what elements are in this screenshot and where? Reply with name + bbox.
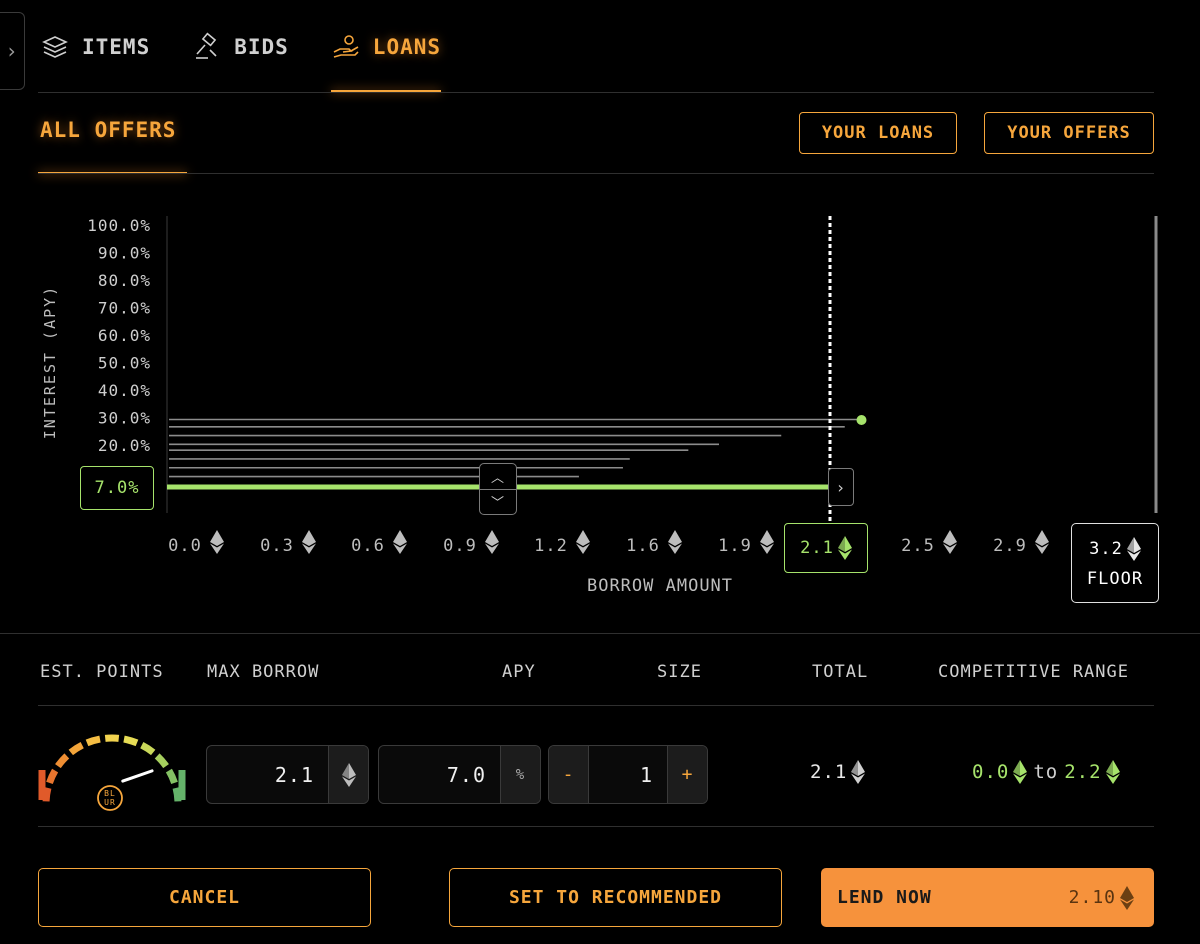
lend-now-amount: 2.10 xyxy=(1068,885,1134,910)
eth-icon xyxy=(943,530,957,546)
stats-divider xyxy=(38,705,1154,706)
gauge-segment xyxy=(140,741,156,756)
gauge-segment xyxy=(165,768,178,785)
y-tick-label: 30.0% xyxy=(98,409,151,428)
range-to-word: to xyxy=(1033,761,1059,783)
chevron-up-icon: ︿ xyxy=(480,464,516,490)
eth-icon xyxy=(760,530,774,546)
eth-icon xyxy=(485,530,499,546)
size-input[interactable]: 1 xyxy=(589,746,667,803)
y-tick-label: 40.0% xyxy=(98,381,151,400)
eth-icon xyxy=(210,530,224,546)
x-tick-label: 0.9 xyxy=(443,536,477,556)
x-tick-label: 2.9 xyxy=(993,536,1027,556)
apy-drag-handle[interactable]: ︿ ﹀ xyxy=(479,463,517,515)
size-header: SIZE xyxy=(657,662,702,682)
x-tick-label: 0.3 xyxy=(260,536,294,556)
eth-icon xyxy=(1120,885,1134,910)
gauge-segment xyxy=(42,787,52,802)
y-tick-label: 50.0% xyxy=(98,354,151,373)
floor-value: 3.2 xyxy=(1089,539,1123,559)
selected-amount-badge[interactable]: 2.1 xyxy=(784,523,868,573)
y-tick-label: 80.0% xyxy=(98,271,151,290)
gauge-segment xyxy=(46,768,59,785)
gauge-segment xyxy=(85,735,101,747)
blur-badge-text: BL xyxy=(104,789,116,798)
x-tick-label: 0.6 xyxy=(351,536,385,556)
max-borrow-input[interactable]: 2.1 xyxy=(207,746,328,803)
y-tick-label: 70.0% xyxy=(98,299,151,318)
blur-badge-text: UR xyxy=(104,798,116,807)
total-value: 2.1 xyxy=(810,760,866,784)
floor-price-marker: 3.2 FLOOR xyxy=(1071,523,1159,603)
x-tick-label: 1.9 xyxy=(718,536,752,556)
selected-amount-value: 2.1 xyxy=(800,538,834,558)
gauge-segment xyxy=(123,735,139,747)
set-recommended-button[interactable]: SET TO RECOMMENDED xyxy=(449,868,782,927)
est-points-header: EST. POINTS xyxy=(40,662,164,682)
y-axis-label: INTEREST (APY) xyxy=(41,285,59,439)
gauge-segment xyxy=(154,753,169,769)
range-to: 2.2 xyxy=(1064,761,1102,783)
lend-now-button[interactable]: LEND NOW 2.10 xyxy=(821,868,1154,927)
chevron-right-icon: › xyxy=(835,477,847,497)
max-borrow-header: MAX BORROW xyxy=(207,662,320,682)
lend-amount-value: 2.10 xyxy=(1068,887,1116,908)
apy-input[interactable]: 7.0 xyxy=(379,746,500,803)
chevron-down-icon: ﹀ xyxy=(490,496,505,512)
amount-drag-handle[interactable]: › xyxy=(828,468,854,506)
eth-icon xyxy=(393,530,407,546)
competitive-range-header: COMPETITIVE RANGE xyxy=(938,662,1129,682)
competitive-range: 0.0 to 2.2 xyxy=(972,760,1120,784)
points-gauge: BLUR xyxy=(38,734,186,811)
x-tick-label: 0.0 xyxy=(168,536,202,556)
max-borrow-unit xyxy=(328,746,368,803)
size-decrement-button[interactable]: - xyxy=(549,746,589,803)
floor-label: FLOOR xyxy=(1086,569,1144,589)
eth-icon xyxy=(302,530,316,546)
eth-icon xyxy=(837,536,852,560)
gauge-needle xyxy=(121,769,154,783)
x-axis-label: BORROW AMOUNT xyxy=(587,576,733,596)
chart-divider xyxy=(0,633,1200,634)
y-tick-label: 60.0% xyxy=(98,326,151,345)
apy-unit: % xyxy=(500,746,540,803)
size-stepper[interactable]: - 1 + xyxy=(548,745,708,804)
apy-field[interactable]: 7.0 % xyxy=(378,745,541,804)
total-header: TOTAL xyxy=(812,662,869,682)
eth-icon xyxy=(1105,760,1120,784)
gauge-segment xyxy=(172,787,182,802)
max-borrow-field[interactable]: 2.1 xyxy=(206,745,369,804)
eth-icon xyxy=(1126,537,1141,561)
size-increment-button[interactable]: + xyxy=(667,746,707,803)
eth-icon xyxy=(668,530,682,546)
eth-icon xyxy=(576,530,590,546)
eth-icon xyxy=(1013,760,1028,784)
lend-now-label: LEND NOW xyxy=(837,887,932,908)
cancel-button[interactable]: CANCEL xyxy=(38,868,371,927)
eth-icon xyxy=(851,760,866,784)
x-tick-label: 1.2 xyxy=(534,536,568,556)
total-amount: 2.1 xyxy=(810,761,848,783)
gauge-segment xyxy=(68,741,84,756)
eth-icon xyxy=(1035,530,1049,546)
eth-icon xyxy=(341,762,356,787)
inputs-divider xyxy=(38,826,1154,827)
apy-header: APY xyxy=(502,662,536,682)
x-tick-label: 1.6 xyxy=(626,536,660,556)
y-tick-label: 90.0% xyxy=(98,244,151,263)
gauge-segment xyxy=(55,753,70,769)
offers-chart[interactable]: 100.0% 90.0% 80.0% 70.0% 60.0% 50.0% 40.0% 30.0… xyxy=(0,0,1200,620)
selected-apy-handle[interactable]: 7.0% xyxy=(80,466,154,510)
y-tick-label: 20.0% xyxy=(98,436,151,455)
range-from: 0.0 xyxy=(972,761,1010,783)
best-offer-dot xyxy=(856,414,867,425)
y-tick-label: 100.0% xyxy=(87,216,151,235)
x-tick-label: 2.5 xyxy=(901,536,935,556)
